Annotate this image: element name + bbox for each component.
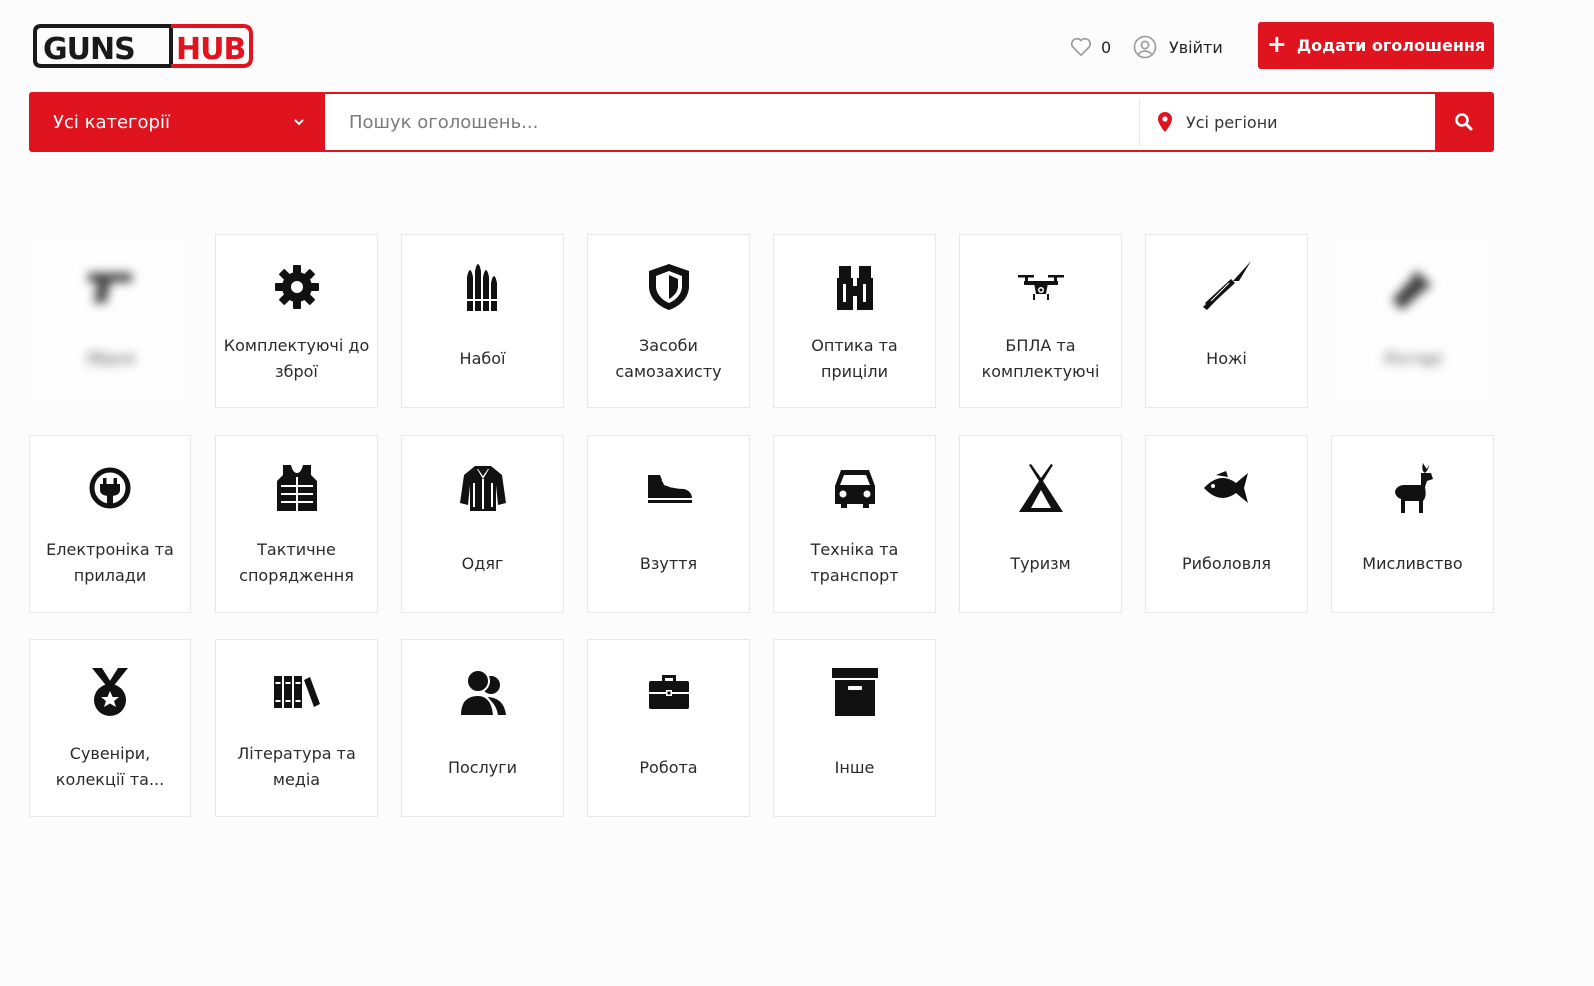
category-card[interactable]: Одяг <box>401 435 564 613</box>
briefcase-icon <box>641 664 697 720</box>
category-card[interactable]: БПЛА та комплектуючі <box>959 234 1122 408</box>
category-card[interactable]: Оптика та приціли <box>773 234 936 408</box>
login-label: Увійти <box>1169 37 1223 57</box>
search-icon <box>1454 113 1472 131</box>
favorites-link[interactable]: 0 <box>1070 34 1111 60</box>
category-select[interactable]: Усі категорії <box>31 94 325 150</box>
category-card[interactable]: Робота <box>587 639 750 817</box>
category-label: Оптика та приціли <box>811 336 898 381</box>
shield-icon <box>641 259 697 315</box>
category-label: Взуття <box>639 554 698 573</box>
search-bar: Усі категорії Усі регіони <box>29 92 1494 152</box>
category-card[interactable]: Туризм <box>959 435 1122 613</box>
chevron-down-icon <box>294 119 304 126</box>
plus-icon: + <box>1266 30 1287 58</box>
jacket-icon <box>455 460 511 516</box>
category-label: Сувеніри, колекції та... <box>55 744 165 789</box>
category-label: Риболовля <box>1182 554 1271 573</box>
category-card[interactable]: Риболовля <box>1145 435 1308 613</box>
car-icon <box>827 460 883 516</box>
pistol-icon <box>82 259 138 315</box>
category-card[interactable]: Мисливство <box>1331 435 1494 613</box>
category-label: Електроніка та прилади <box>46 540 174 585</box>
category-card[interactable]: Сувеніри, колекції та... <box>29 639 191 817</box>
category-label: Тактичне спорядження <box>239 540 354 585</box>
tent-icon <box>1013 460 1069 516</box>
category-label: Комплектуючі до зброї <box>223 336 370 381</box>
add-listing-button[interactable]: + Додати оголошення <box>1258 22 1494 69</box>
fish-icon <box>1199 460 1255 516</box>
category-card[interactable]: Тактичне спорядження <box>215 435 378 613</box>
search-button[interactable] <box>1435 94 1492 150</box>
books-icon <box>269 664 325 720</box>
medal-icon <box>82 664 138 720</box>
category-card[interactable]: Інше <box>773 639 936 817</box>
category-card[interactable]: Література та медіа <box>215 639 378 817</box>
category-card[interactable]: Взуття <box>587 435 750 613</box>
archive-box-icon <box>827 664 883 720</box>
category-card[interactable]: Техніка та транспорт <box>773 435 936 613</box>
login-link[interactable]: Увійти <box>1133 34 1223 60</box>
category-label: Зброя <box>85 349 135 368</box>
map-pin-icon <box>1158 112 1172 132</box>
category-card[interactable]: Послуги <box>401 639 564 817</box>
category-card[interactable]: Засоби самозахисту <box>587 234 750 408</box>
category-card[interactable]: Зброя <box>29 234 191 408</box>
category-label: Набої <box>459 349 506 368</box>
user-circle-icon <box>1133 35 1157 59</box>
power-plug-icon <box>82 460 138 516</box>
category-card[interactable]: Комплектуючі до зброї <box>215 234 378 408</box>
category-label: Туризм <box>1010 554 1071 573</box>
logo-text-guns: GUNS <box>43 32 135 67</box>
category-card[interactable]: Ножі <box>1145 234 1308 408</box>
users-icon <box>455 664 511 720</box>
region-label: Усі регіони <box>1186 112 1278 132</box>
category-label: Ножі <box>1206 349 1247 368</box>
category-label: БПЛА та комплектуючі <box>981 336 1100 381</box>
search-input[interactable] <box>325 94 1139 150</box>
region-select[interactable]: Усі регіони <box>1139 98 1435 146</box>
category-card[interactable]: Набої <box>401 234 564 408</box>
category-card[interactable]: Електроніка та прилади <box>29 435 191 613</box>
heart-icon <box>1070 37 1092 56</box>
flashlight-icon <box>1385 259 1441 315</box>
category-label: Робота <box>639 758 698 777</box>
category-label: Техніка та транспорт <box>810 540 899 585</box>
binoculars-icon <box>827 259 883 315</box>
bullets-icon <box>455 259 511 315</box>
drone-icon <box>1013 259 1069 315</box>
site-header: GUNS HUB 0 Увійти + Додати оголошення <box>0 0 1594 92</box>
category-label: Послуги <box>447 758 518 777</box>
category-label: Мисливство <box>1362 554 1463 573</box>
category-label: Одяг <box>461 554 504 573</box>
favorites-count: 0 <box>1101 37 1112 57</box>
gear-icon <box>269 259 325 315</box>
gunshub-logo[interactable]: GUNS HUB <box>29 22 255 70</box>
category-card[interactable]: Ліхтарі <box>1331 234 1494 408</box>
deer-icon <box>1385 460 1441 516</box>
shoe-icon <box>641 460 697 516</box>
category-label: Література та медіа <box>237 744 356 789</box>
vest-icon <box>269 460 325 516</box>
add-listing-label: Додати оголошення <box>1296 36 1486 55</box>
category-label: Ліхтарі <box>1382 349 1443 368</box>
logo-text-hub: HUB <box>176 32 245 67</box>
category-label: Інше <box>834 758 875 777</box>
category-select-label: Усі категорії <box>53 111 170 133</box>
knife-icon <box>1199 259 1255 315</box>
category-label: Засоби самозахисту <box>615 336 722 381</box>
